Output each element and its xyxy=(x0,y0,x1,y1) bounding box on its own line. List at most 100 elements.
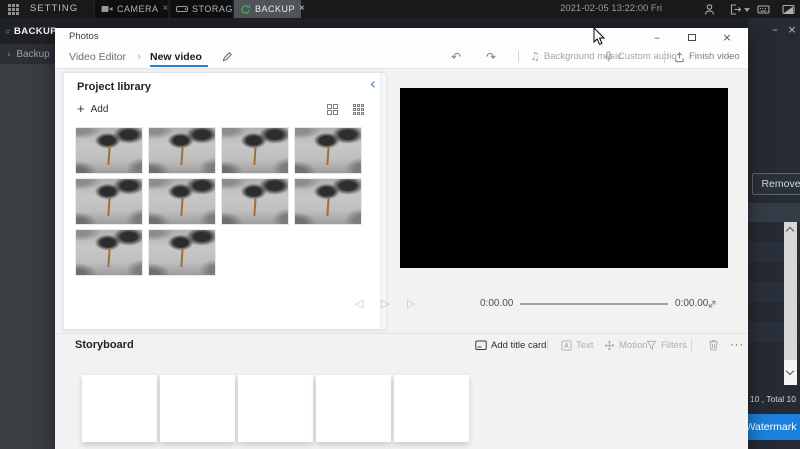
datetime: 2021-02-05 13:22:00 Fri xyxy=(560,3,662,14)
grid-view-icon[interactable] xyxy=(327,104,338,115)
tab-close-icon[interactable]: × xyxy=(299,4,305,14)
camera-icon xyxy=(101,6,113,12)
seek-slider[interactable] xyxy=(520,303,668,305)
storyboard-card[interactable] xyxy=(82,375,157,442)
logout-icon[interactable] xyxy=(729,3,742,16)
keyboard-icon[interactable] xyxy=(757,3,770,16)
storyboard-title: Storyboard xyxy=(75,339,134,351)
breadcrumb-parent[interactable]: Video Editor xyxy=(69,46,126,68)
watermark-button[interactable]: Watermark xyxy=(742,414,800,440)
photos-window: Photos – × Video Editor › New video ↶ ↷ … xyxy=(55,28,748,449)
storyboard-card[interactable] xyxy=(238,375,313,442)
remove-button[interactable]: Remove xyxy=(752,173,800,195)
video-preview xyxy=(400,88,728,268)
divider xyxy=(55,333,748,334)
tab-label: BACKUP xyxy=(255,4,296,14)
user-icon[interactable] xyxy=(703,3,716,16)
backup-sync-icon xyxy=(5,28,10,33)
storyboard-card[interactable] xyxy=(160,375,235,442)
backdrop-close-button[interactable]: × xyxy=(785,23,799,37)
library-scrollbar[interactable] xyxy=(380,73,386,329)
tab-camera[interactable]: CAMERA × xyxy=(94,0,168,18)
divider xyxy=(518,51,519,63)
tab-label: CAMERA xyxy=(117,4,159,14)
microphone-icon xyxy=(604,51,613,62)
dense-view-icon[interactable] xyxy=(353,104,364,115)
library-thumbnail[interactable] xyxy=(76,230,142,275)
tab-close-icon[interactable]: × xyxy=(163,4,169,14)
rename-pencil-icon[interactable] xyxy=(222,51,233,62)
filters-button[interactable]: Filters xyxy=(646,337,687,353)
filters-icon xyxy=(646,340,657,350)
mouse-cursor xyxy=(593,27,606,45)
redo-button[interactable]: ↷ xyxy=(486,46,496,68)
active-tab-underline xyxy=(150,65,208,67)
backup-table-header xyxy=(748,203,800,222)
project-library-panel: Project library ‹ + Add xyxy=(63,72,386,330)
custom-audio-button[interactable]: Custom audio xyxy=(603,46,677,68)
screen: SETTING CAMERA × STORAGE × BACKUP × 2021… xyxy=(0,0,800,449)
motion-icon xyxy=(604,340,615,350)
next-frame-button[interactable]: ▷ xyxy=(407,296,415,312)
tab-backup[interactable]: BACKUP × xyxy=(233,0,305,18)
toolbar-more-button[interactable]: ··· xyxy=(723,46,736,68)
logout-caret-icon[interactable] xyxy=(744,8,750,12)
storage-icon xyxy=(176,6,188,12)
breadcrumb-separator: › xyxy=(137,51,142,63)
minimize-button[interactable]: – xyxy=(646,31,668,44)
thumbnail-grid xyxy=(76,128,376,281)
text-icon xyxy=(561,339,572,351)
close-button[interactable]: × xyxy=(716,31,738,44)
library-thumbnail[interactable] xyxy=(222,128,288,173)
maximize-icon xyxy=(688,34,696,41)
motion-label: Motion xyxy=(619,339,648,351)
music-note-icon: ♫ xyxy=(530,50,540,63)
sidebar-title: BACKUP xyxy=(13,25,57,37)
undo-button[interactable]: ↶ xyxy=(451,46,461,68)
library-thumbnail[interactable] xyxy=(222,179,288,224)
storyboard-more-button[interactable]: ··· xyxy=(730,337,744,353)
delete-icon[interactable] xyxy=(708,339,719,351)
window-title: Photos xyxy=(69,31,99,42)
storyboard-card[interactable] xyxy=(316,375,391,442)
display-icon[interactable] xyxy=(782,3,795,16)
add-button[interactable]: + Add xyxy=(77,102,108,116)
sidebar-item-label: Backup xyxy=(16,48,50,60)
add-title-card-button[interactable]: Add title card xyxy=(475,337,546,353)
library-thumbnail[interactable] xyxy=(76,128,142,173)
motion-button[interactable]: Motion xyxy=(604,337,648,353)
chevron-right-icon: › xyxy=(7,48,11,60)
divider xyxy=(547,339,548,351)
backup-sync-icon xyxy=(241,4,251,14)
collapse-panel-icon[interactable]: ‹ xyxy=(370,76,376,92)
library-thumbnail[interactable] xyxy=(76,179,142,224)
previous-frame-button[interactable]: ◁ xyxy=(355,296,363,312)
text-button[interactable]: Text xyxy=(561,337,593,353)
plus-icon: + xyxy=(77,101,85,116)
filters-label: Filters xyxy=(661,339,687,351)
sidebar-header: BACKUP xyxy=(0,18,57,44)
tab-storage[interactable]: STORAGE × xyxy=(169,0,249,18)
sidebar xyxy=(0,18,57,449)
library-thumbnail[interactable] xyxy=(149,128,215,173)
library-thumbnail[interactable] xyxy=(295,128,361,173)
add-label: Add xyxy=(90,103,109,115)
custom-audio-label: Custom audio xyxy=(618,51,677,62)
text-label: Text xyxy=(576,339,594,351)
export-icon xyxy=(675,51,684,62)
app-menu-icon[interactable] xyxy=(8,4,19,15)
project-library-title: Project library xyxy=(77,81,151,93)
current-time: 0:00.00 xyxy=(480,298,514,309)
play-button[interactable]: ▷ xyxy=(381,296,389,312)
library-thumbnail[interactable] xyxy=(295,179,361,224)
storyboard-card[interactable] xyxy=(394,375,469,442)
library-thumbnail[interactable] xyxy=(149,179,215,224)
setting-label[interactable]: SETTING xyxy=(30,0,78,18)
storyboard-cards xyxy=(82,375,469,442)
library-thumbnail[interactable] xyxy=(149,230,215,275)
sidebar-item-backup[interactable]: › Backup xyxy=(0,44,57,64)
maximize-button[interactable] xyxy=(681,31,703,44)
backdrop-minimize-button[interactable]: – xyxy=(768,23,782,37)
title-card-icon xyxy=(475,340,487,350)
divider xyxy=(691,339,692,351)
